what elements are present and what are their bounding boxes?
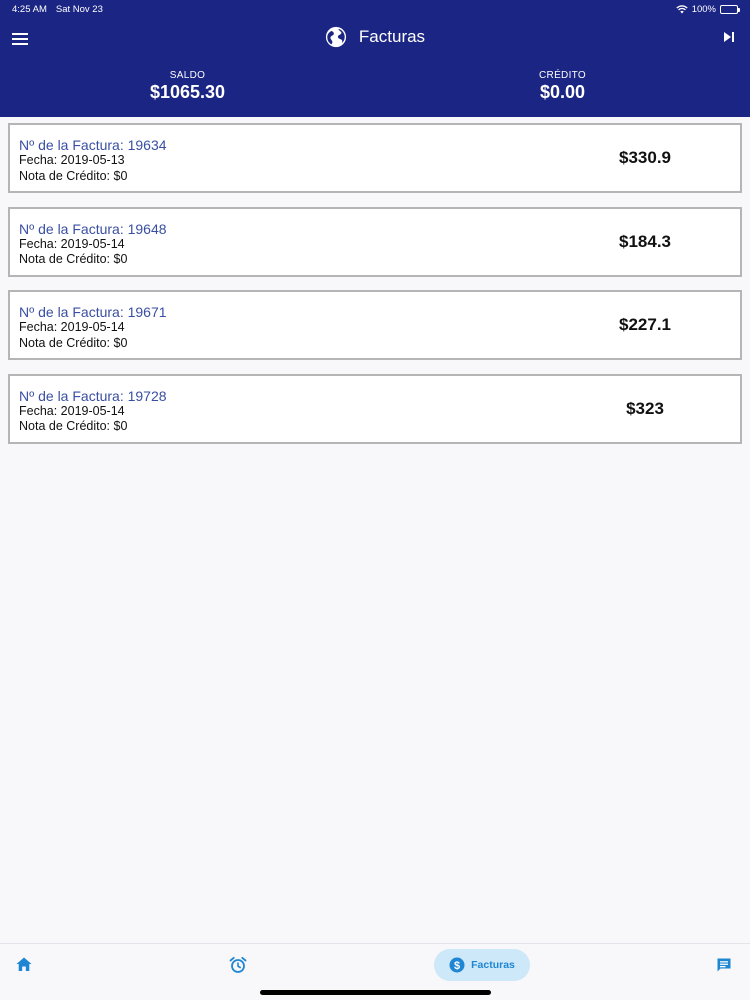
invoice-date: Fecha: 2019-05-14 — [19, 320, 125, 334]
credito-label: CRÉDITO — [539, 70, 586, 81]
saldo-value: $1065.30 — [149, 82, 226, 102]
chat-icon — [716, 957, 732, 973]
status-date: Sat Nov 23 — [55, 3, 103, 15]
tab-facturas-label: Facturas — [471, 959, 515, 971]
invoice-date: Fecha: 2019-05-13 — [19, 153, 125, 167]
header-title-group: Facturas — [0, 26, 750, 48]
status-bar: 4:25 AM Sat Nov 23 100% — [0, 0, 750, 18]
tab-home[interactable] — [16, 957, 32, 972]
alarm-icon — [229, 956, 247, 974]
invoice-amount: $330.9 — [619, 148, 671, 167]
invoice-number: Nº de la Factura: 19671 — [19, 304, 167, 320]
invoice-number: Nº de la Factura: 19634 — [19, 137, 167, 153]
saldo-label: SALDO — [169, 70, 206, 81]
svg-text:$: $ — [454, 960, 460, 972]
invoice-amount: $323 — [626, 398, 664, 418]
home-icon — [16, 957, 32, 972]
tab-chat[interactable] — [716, 957, 732, 973]
invoice-number: Nº de la Factura: 19648 — [19, 220, 167, 237]
invoice-date: Fecha: 2019-05-14 — [19, 236, 125, 251]
invoice-list: Nº de la Factura: 19634 Fecha: 2019-05-1… — [8, 123, 742, 457]
saldo-block: SALDO $1065.30 — [0, 70, 375, 103]
invoice-amount: $227.1 — [619, 315, 671, 334]
invoice-credit-note: Nota de Crédito: $0 — [19, 419, 128, 433]
invoice-credit-note: Nota de Crédito: $0 — [19, 168, 128, 183]
invoice-date: Fecha: 2019-05-14 — [19, 403, 125, 418]
invoice-card[interactable]: Nº de la Factura: 19648 Fecha: 2019-05-1… — [8, 206, 742, 277]
home-indicator — [260, 990, 491, 995]
tab-alarm[interactable] — [229, 956, 247, 974]
app-header: Facturas SALDO $1065.30 CRÉDITO $0.00 — [0, 18, 750, 117]
invoice-amount: $184.3 — [619, 231, 671, 251]
credito-value: $0.00 — [539, 82, 586, 102]
invoice-card[interactable]: Nº de la Factura: 19728 Fecha: 2019-05-1… — [8, 373, 742, 444]
credito-block: CRÉDITO $0.00 — [375, 70, 750, 103]
invoice-card[interactable]: Nº de la Factura: 19671 Fecha: 2019-05-1… — [8, 290, 742, 360]
balances-summary: SALDO $1065.30 CRÉDITO $0.00 — [0, 70, 750, 103]
wifi-icon — [676, 4, 688, 14]
invoice-card[interactable]: Nº de la Factura: 19634 Fecha: 2019-05-1… — [8, 123, 742, 193]
page-title: Facturas — [358, 27, 426, 46]
tab-facturas[interactable]: $ Facturas — [434, 949, 530, 981]
invoice-number: Nº de la Factura: 19728 — [19, 387, 167, 404]
battery-icon — [720, 4, 740, 14]
status-time: 4:25 AM — [12, 3, 47, 15]
app-root: 4:25 AM Sat Nov 23 100% Facturas SALDO $… — [0, 0, 750, 1000]
globe-icon — [325, 26, 347, 48]
dollar-icon: $ — [449, 957, 465, 973]
skip-next-icon[interactable] — [722, 30, 738, 46]
battery-percent: 100% — [691, 3, 716, 15]
invoice-credit-note: Nota de Crédito: $0 — [19, 335, 128, 350]
invoice-credit-note: Nota de Crédito: $0 — [19, 252, 128, 266]
